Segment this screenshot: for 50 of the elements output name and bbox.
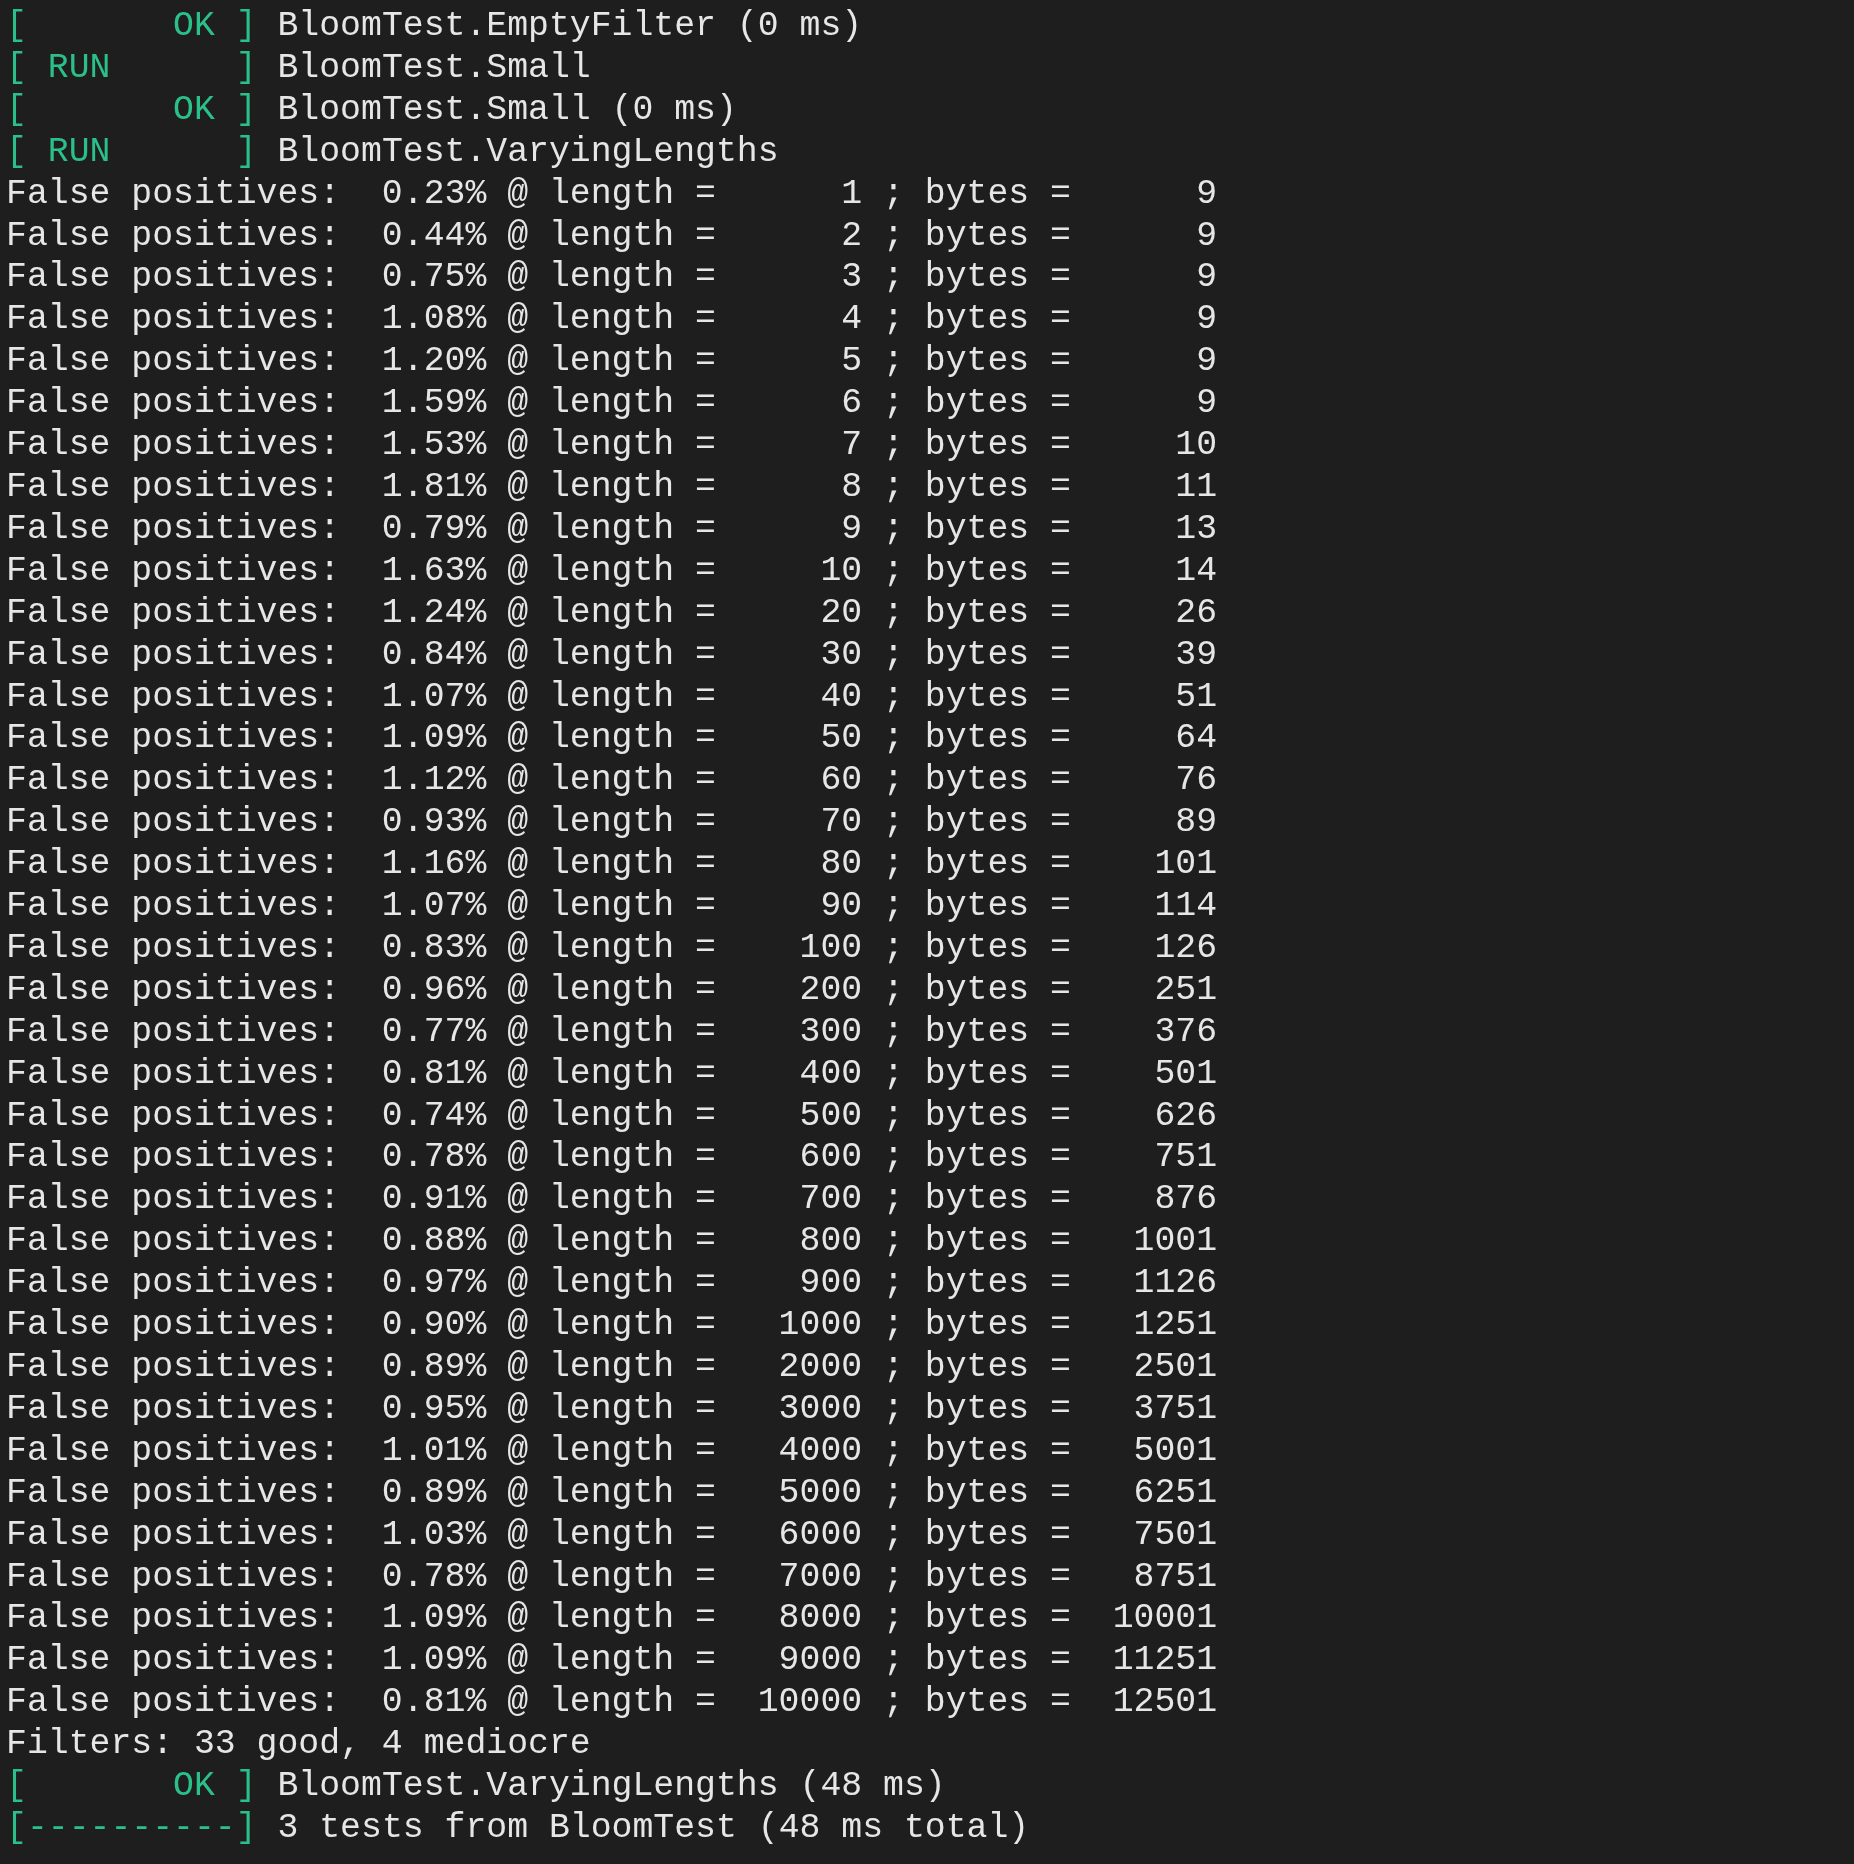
test-name: BloomTest.Small xyxy=(277,46,591,89)
status-tag: [ RUN ] xyxy=(6,46,257,89)
output-line: False positives: 1.08% @ length = 4 ; bytes = 9 xyxy=(6,298,1218,341)
status-tag: [ OK ] xyxy=(6,5,257,47)
output-line: False positives: 1.01% @ length = 4000 ; bytes = 5001 xyxy=(6,1429,1218,1472)
status-tag: [ RUN ] xyxy=(6,130,257,173)
output-line: False positives: 1.24% @ length = 20 ; bytes = 26 xyxy=(6,591,1218,634)
test-name: BloomTest.EmptyFilter (0 ms) xyxy=(277,5,863,47)
output-line: False positives: 0.89% @ length = 5000 ; bytes = 6251 xyxy=(6,1471,1218,1514)
status-tag: [ OK ] xyxy=(6,88,257,131)
output-line: False positives: 0.84% @ length = 30 ; bytes = 39 xyxy=(6,633,1218,676)
status-tag: [ OK ] xyxy=(6,1765,257,1807)
output-line: False positives: 1.09% @ length = 50 ; bytes = 64 xyxy=(6,717,1218,760)
output-line: False positives: 0.96% @ length = 200 ; bytes = 251 xyxy=(6,968,1218,1011)
output-line: False positives: 0.79% @ length = 9 ; bytes = 13 xyxy=(6,507,1218,550)
output-line: False positives: 0.77% @ length = 300 ; bytes = 376 xyxy=(6,1010,1218,1053)
test-name: 3 tests from BloomTest (48 ms total) xyxy=(277,1806,1030,1849)
output-line: False positives: 0.81% @ length = 10000 ; bytes = 12501 xyxy=(6,1681,1218,1724)
output-line: False positives: 0.91% @ length = 700 ; bytes = 876 xyxy=(6,1178,1218,1221)
output-line: False positives: 0.88% @ length = 800 ; bytes = 1001 xyxy=(6,1220,1218,1263)
output-line: False positives: 0.93% @ length = 70 ; bytes = 89 xyxy=(6,801,1218,844)
output-line: False positives: 1.12% @ length = 60 ; bytes = 76 xyxy=(6,759,1218,802)
output-line: False positives: 1.07% @ length = 40 ; bytes = 51 xyxy=(6,675,1218,718)
output-line: Filters: 33 good, 4 mediocre xyxy=(6,1723,591,1766)
output-line: False positives: 1.63% @ length = 10 ; bytes = 14 xyxy=(6,549,1218,592)
output-line: False positives: 0.97% @ length = 900 ; bytes = 1126 xyxy=(6,1262,1218,1305)
output-line: False positives: 0.44% @ length = 2 ; bytes = 9 xyxy=(6,214,1218,257)
output-line: False positives: 1.09% @ length = 9000 ; bytes = 11251 xyxy=(6,1639,1218,1682)
output-line: False positives: 1.81% @ length = 8 ; bytes = 11 xyxy=(6,465,1218,508)
output-line: False positives: 0.95% @ length = 3000 ; bytes = 3751 xyxy=(6,1387,1218,1430)
test-name: BloomTest.VaryingLengths xyxy=(277,130,779,173)
output-line: False positives: 1.09% @ length = 8000 ; bytes = 10001 xyxy=(6,1597,1218,1640)
output-line: False positives: 1.53% @ length = 7 ; bytes = 10 xyxy=(6,424,1218,466)
output-line: False positives: 0.74% @ length = 500 ; bytes = 626 xyxy=(6,1094,1218,1137)
output-line: False positives: 0.89% @ length = 2000 ; bytes = 2501 xyxy=(6,1346,1218,1388)
output-line: False positives: 0.75% @ length = 3 ; bytes = 9 xyxy=(6,256,1218,299)
output-line: False positives: 0.90% @ length = 1000 ; bytes = 1251 xyxy=(6,1304,1218,1346)
output-line: False positives: 1.16% @ length = 80 ; bytes = 101 xyxy=(6,843,1218,886)
output-line: False positives: 0.78% @ length = 600 ; bytes = 751 xyxy=(6,1136,1218,1179)
output-line: False positives: 1.59% @ length = 6 ; bytes = 9 xyxy=(6,382,1218,425)
status-tag: [----------] xyxy=(6,1806,257,1849)
test-name: BloomTest.VaryingLengths (48 ms) xyxy=(277,1765,946,1807)
output-line: False positives: 1.20% @ length = 5 ; bytes = 9 xyxy=(6,340,1218,383)
output-line: False positives: 1.07% @ length = 90 ; bytes = 114 xyxy=(6,885,1218,927)
test-name: BloomTest.Small (0 ms) xyxy=(277,88,737,131)
output-line: False positives: 0.78% @ length = 7000 ; bytes = 8751 xyxy=(6,1555,1218,1598)
output-line: False positives: 0.81% @ length = 400 ; bytes = 501 xyxy=(6,1052,1218,1095)
output-line: False positives: 0.83% @ length = 100 ; bytes = 126 xyxy=(6,926,1218,969)
output-line: False positives: 1.03% @ length = 6000 ; bytes = 7501 xyxy=(6,1513,1218,1556)
output-line: False positives: 0.23% @ length = 1 ; bytes = 9 xyxy=(6,172,1218,215)
